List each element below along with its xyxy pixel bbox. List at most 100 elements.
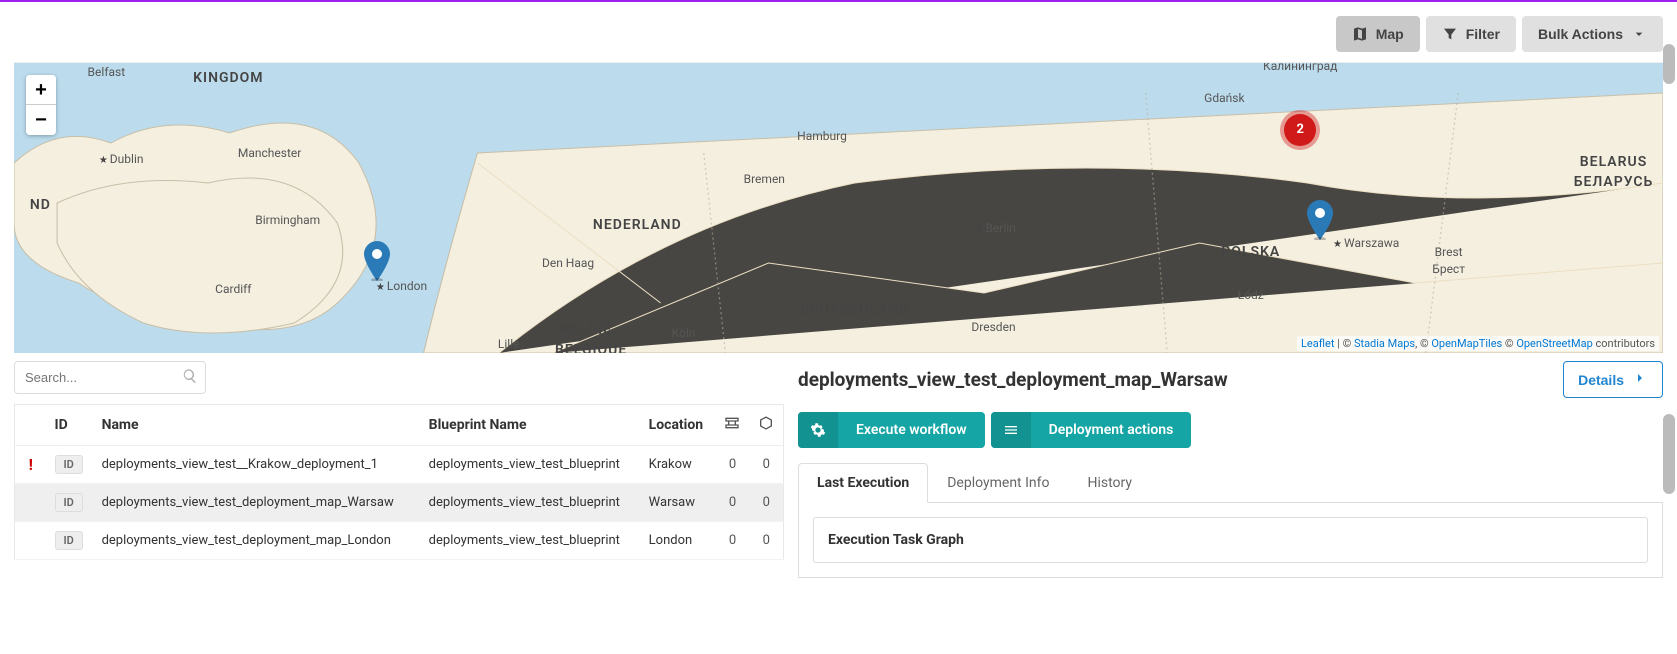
map-place-label: Dublin [99, 152, 144, 166]
col-id[interactable]: ID [47, 405, 94, 446]
deployment-actions-button[interactable]: Deployment actions [991, 412, 1192, 448]
row-blueprint: deployments_view_test_blueprint [421, 484, 641, 522]
map-place-label: KINGDOM [193, 70, 263, 86]
search-wrap [14, 361, 206, 394]
map-place-label: Dresden [971, 320, 1015, 334]
col-location[interactable]: Location [641, 405, 716, 446]
row-name: deployments_view_test__Krakow_deployment… [94, 446, 421, 484]
row-status: ! [15, 446, 47, 484]
deployment-map[interactable]: + − Belfast KINGDOM Dublin Manchester Birmin… [14, 63, 1663, 353]
tab-content: Execution Task Graph [798, 503, 1663, 578]
map-place-label: ND [30, 197, 51, 213]
zoom-control: + − [26, 75, 56, 135]
map-cluster-badge[interactable]: 2 [1284, 114, 1316, 146]
detail-tabs: Last Execution Deployment Info History [798, 462, 1663, 503]
execute-workflow-label: Execute workflow [838, 412, 985, 448]
detail-panel: deployments_view_test_deployment_map_War… [784, 361, 1663, 578]
row-services-count: 0 [750, 446, 784, 484]
map-place-label: Warszawa [1333, 236, 1399, 250]
map-place-label: BELGIË · [561, 322, 622, 338]
row-location: Warsaw [641, 484, 716, 522]
row-status [15, 522, 47, 560]
map-attribution: Leaflet | © Stadia Maps, © OpenMapTiles … [1297, 336, 1659, 351]
task-graph-title: Execution Task Graph [828, 532, 1633, 548]
gears-icon [798, 412, 838, 448]
col-name[interactable]: Name [94, 405, 421, 446]
details-button-label: Details [1578, 372, 1624, 388]
map-marker-icon[interactable] [1307, 200, 1333, 240]
col-subenv-icon[interactable] [716, 405, 750, 446]
stadia-link[interactable]: Stadia Maps [1354, 337, 1415, 350]
table-row[interactable]: ! ID deployments_view_test__Krakow_deploym… [15, 446, 784, 484]
row-blueprint: deployments_view_test_blueprint [421, 522, 641, 560]
filter-label: Filter [1466, 26, 1500, 42]
search-icon [182, 368, 198, 388]
map-place-label: Berlin [974, 221, 1015, 235]
map-place-label: London [376, 279, 427, 293]
row-id: ID [47, 522, 94, 560]
details-button[interactable]: Details [1563, 361, 1663, 398]
row-name: deployments_view_test_deployment_map_War… [94, 484, 421, 522]
map-place-label: Брест [1432, 262, 1465, 276]
col-services-icon[interactable] [750, 405, 784, 446]
view-toolbar: Map Filter Bulk Actions [14, 16, 1663, 63]
map-toggle-label: Map [1376, 26, 1404, 42]
table-row[interactable]: ID deployments_view_test_deployment_map_W… [15, 484, 784, 522]
tab-last-execution[interactable]: Last Execution [798, 463, 928, 503]
row-location: Krakow [641, 446, 716, 484]
deployments-table: ID Name Blueprint Name Location !IDdeplo… [14, 404, 784, 560]
id-badge[interactable]: ID [55, 455, 83, 474]
menu-icon [991, 412, 1031, 448]
map-place-label: Hamburg [797, 129, 847, 143]
filter-icon [1442, 26, 1458, 42]
row-blueprint: deployments_view_test_blueprint [421, 446, 641, 484]
map-place-label: Belfast [88, 65, 126, 79]
map-place-label: БЕЛАРУСЬ [1574, 174, 1654, 190]
row-location: London [641, 522, 716, 560]
tab-deployment-info[interactable]: Deployment Info [928, 463, 1068, 503]
bulk-actions-label: Bulk Actions [1538, 26, 1623, 42]
row-subenv-count: 0 [716, 522, 750, 560]
map-place-label: Gdańsk [1204, 91, 1244, 105]
chevron-down-icon [1631, 26, 1647, 42]
map-place-label: Birmingham [255, 213, 320, 227]
map-place-label: DEUTSCHLAND [800, 302, 909, 318]
map-place-label: Köln [672, 326, 696, 340]
map-place-label: Калининград [1263, 63, 1337, 73]
osm-link[interactable]: OpenStreetMap [1516, 337, 1592, 350]
execute-workflow-button[interactable]: Execute workflow [798, 412, 985, 448]
row-id: ID [47, 446, 94, 484]
map-icon [1352, 26, 1368, 42]
filter-button[interactable]: Filter [1426, 16, 1516, 52]
map-place-label: POLSKA [1221, 244, 1280, 260]
id-badge[interactable]: ID [55, 531, 83, 550]
search-input[interactable] [14, 361, 206, 394]
map-place-label: BELARUS [1580, 154, 1647, 170]
id-badge[interactable]: ID [55, 493, 83, 512]
page-scrollbar[interactable] [1663, 44, 1675, 574]
leaflet-link[interactable]: Leaflet [1301, 337, 1334, 350]
map-place-label: NEDERLAND [593, 217, 682, 233]
chevron-right-icon [1632, 370, 1648, 389]
zoom-out-button[interactable]: − [26, 105, 56, 135]
bulk-actions-button[interactable]: Bulk Actions [1522, 16, 1663, 52]
map-toggle-button[interactable]: Map [1336, 16, 1420, 52]
table-row[interactable]: IDdeployments_view_test_deployment_map_L… [15, 522, 784, 560]
map-place-label: Manchester [238, 146, 301, 160]
col-blueprint[interactable]: Blueprint Name [421, 405, 641, 446]
zoom-in-button[interactable]: + [26, 75, 56, 105]
map-place-label: Brest [1435, 245, 1463, 259]
map-place-label: Bremen [744, 172, 785, 186]
map-place-label: BELGIQUE [555, 342, 627, 353]
col-status[interactable] [15, 405, 47, 446]
map-place-label: Den Haag [542, 256, 594, 270]
tab-history[interactable]: History [1069, 463, 1152, 503]
row-subenv-count: 0 [716, 446, 750, 484]
openmaptiles-link[interactable]: OpenMapTiles [1431, 337, 1502, 350]
row-status [15, 484, 47, 522]
alert-icon: ! [29, 455, 33, 474]
row-services-count: 0 [750, 484, 784, 522]
deployment-actions-label: Deployment actions [1031, 412, 1192, 448]
map-place-label: Łódź [1238, 288, 1264, 302]
map-marker-icon[interactable] [364, 241, 390, 281]
